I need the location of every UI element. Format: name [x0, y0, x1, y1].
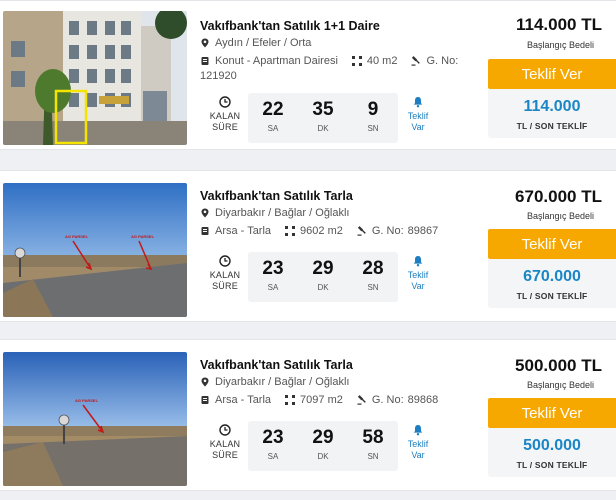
building-icon: [200, 226, 210, 236]
photo-marker-label: AG PARSEL: [131, 234, 155, 239]
starting-price-label: Başlangıç Bedeli: [526, 211, 594, 221]
last-bid-box: 114.000 TL / SON TEKLİF: [488, 89, 616, 138]
photo-marker-label: AG PARSEL: [75, 398, 99, 403]
property-type: Arsa - Tarla: [215, 394, 272, 406]
property-area: 7097 m2: [300, 394, 343, 406]
starting-price-label: Başlangıç Bedeli: [526, 40, 594, 50]
clock-icon: [219, 424, 231, 436]
bell-icon: [412, 255, 424, 267]
remaining-time-label: KALAN SÜRE: [205, 96, 245, 133]
property-type: Konut - Apartman Dairesi: [215, 55, 338, 67]
listing-location: Diyarbakır / Bağlar / Oğlaklı: [200, 207, 350, 219]
place-bid-button[interactable]: Teklif Ver: [488, 229, 616, 259]
listing-card[interactable]: AG PARSEL Vakıfbank'tan Satılık Tarla Di…: [0, 339, 616, 491]
last-bid-amount: 500.000: [523, 437, 581, 454]
bell-icon: [412, 96, 424, 108]
bid-count-indicator[interactable]: Teklif Var: [403, 424, 433, 461]
starting-price: 500.000 TL: [515, 356, 602, 375]
gno-label: G. No:: [371, 394, 404, 406]
clock-icon: [219, 255, 231, 267]
gno-value: 89868: [407, 394, 439, 406]
countdown-box: 22 SA 35 DK 9 SN: [248, 93, 398, 143]
countdown-box: 23 SA 29 DK 28 SN: [248, 252, 398, 302]
starting-price-label: Başlangıç Bedeli: [526, 380, 594, 390]
listing-title[interactable]: Vakıfbank'tan Satılık Tarla: [200, 358, 353, 372]
listing-photo[interactable]: AG PARSEL AG PARSEL: [3, 183, 187, 317]
area-corners-icon: [351, 56, 362, 66]
countdown-minutes: 35 DK: [312, 99, 334, 133]
location-text: Diyarbakır / Bağlar / Oğlaklı: [215, 376, 350, 388]
property-area: 9602 m2: [300, 225, 343, 237]
field-photo: AG PARSEL AG PARSEL: [3, 183, 187, 317]
last-bid-label: TL / SON TEKLİF: [516, 121, 588, 131]
photo-marker-label: AG PARSEL: [65, 234, 89, 239]
countdown-timer: KALAN SÜRE 23 SA 29 DK 28 SN Teklif Var: [205, 252, 440, 305]
starting-price: 114.000 TL: [515, 15, 602, 34]
clock-icon: [219, 96, 231, 108]
remaining-time-label: KALAN SÜRE: [205, 424, 245, 461]
countdown-hours: 23 SA: [262, 258, 284, 292]
area-corners-icon: [285, 395, 296, 405]
countdown-seconds: 9 SN: [367, 99, 379, 133]
last-bid-box: 500.000 TL / SON TEKLİF: [488, 428, 616, 477]
listing-location: Aydın / Efeler / Orta: [200, 37, 311, 49]
gavel-icon: [357, 226, 367, 236]
listing-title[interactable]: Vakıfbank'tan Satılık 1+1 Daire: [200, 19, 380, 33]
listing-card[interactable]: AG PARSEL AG PARSEL Vakıfbank'tan Satılı…: [0, 170, 616, 322]
countdown-hours: 22 SA: [262, 99, 284, 133]
map-pin-icon: [200, 38, 210, 48]
building-icon: [200, 56, 210, 66]
property-type: Arsa - Tarla: [215, 225, 272, 237]
countdown-minutes: 29 DK: [312, 258, 334, 292]
area-corners-icon: [285, 226, 296, 236]
building-icon: [200, 395, 210, 405]
gavel-icon: [357, 395, 367, 405]
property-area: 40 m2: [366, 55, 398, 67]
gno-label: G. No:: [426, 55, 459, 67]
listing-list: Vakıfbank'tan Satılık 1+1 Daire Aydın / …: [0, 0, 616, 500]
last-bid-amount: 114.000: [523, 98, 581, 115]
listing-photo[interactable]: [3, 11, 187, 145]
last-bid-amount: 670.000: [523, 268, 581, 285]
last-bid-label: TL / SON TEKLİF: [516, 460, 588, 470]
listing-property-info: Konut - Apartman Dairesi 40 m2 G. No:: [200, 55, 458, 67]
location-text: Aydın / Efeler / Orta: [215, 37, 312, 49]
field-photo: AG PARSEL: [3, 352, 187, 486]
countdown-timer: KALAN SÜRE 23 SA 29 DK 58 SN Teklif Var: [205, 421, 440, 474]
listing-property-info: Arsa - Tarla 7097 m2 G. No: 89868: [200, 394, 438, 406]
building-photo: [3, 11, 187, 145]
countdown-box: 23 SA 29 DK 58 SN: [248, 421, 398, 471]
remaining-time-label: KALAN SÜRE: [205, 255, 245, 292]
countdown-seconds: 58 SN: [362, 427, 384, 461]
bell-icon: [412, 424, 424, 436]
last-bid-box: 670.000 TL / SON TEKLİF: [488, 259, 616, 308]
map-pin-icon: [200, 377, 210, 387]
listing-photo[interactable]: AG PARSEL: [3, 352, 187, 486]
location-text: Diyarbakır / Bağlar / Oğlaklı: [215, 207, 350, 219]
listing-card[interactable]: Vakıfbank'tan Satılık 1+1 Daire Aydın / …: [0, 0, 616, 150]
gno-value: 121920: [200, 70, 237, 82]
countdown-timer: KALAN SÜRE 22 SA 35 DK 9 SN Teklif Var: [205, 93, 440, 146]
bid-count-indicator[interactable]: Teklif Var: [403, 255, 433, 292]
listing-location: Diyarbakır / Bağlar / Oğlaklı: [200, 376, 350, 388]
bid-count-indicator[interactable]: Teklif Var: [403, 96, 433, 133]
countdown-hours: 23 SA: [262, 427, 284, 461]
last-bid-label: TL / SON TEKLİF: [516, 291, 588, 301]
gno-value: 89867: [407, 225, 439, 237]
gno-label: G. No:: [371, 225, 404, 237]
listing-property-info: Arsa - Tarla 9602 m2 G. No: 89867: [200, 225, 438, 237]
countdown-minutes: 29 DK: [312, 427, 334, 461]
listing-title[interactable]: Vakıfbank'tan Satılık Tarla: [200, 189, 353, 203]
place-bid-button[interactable]: Teklif Ver: [488, 59, 616, 89]
countdown-seconds: 28 SN: [362, 258, 384, 292]
map-pin-icon: [200, 208, 210, 218]
starting-price: 670.000 TL: [515, 187, 602, 206]
gavel-icon: [411, 56, 421, 66]
place-bid-button[interactable]: Teklif Ver: [488, 398, 616, 428]
